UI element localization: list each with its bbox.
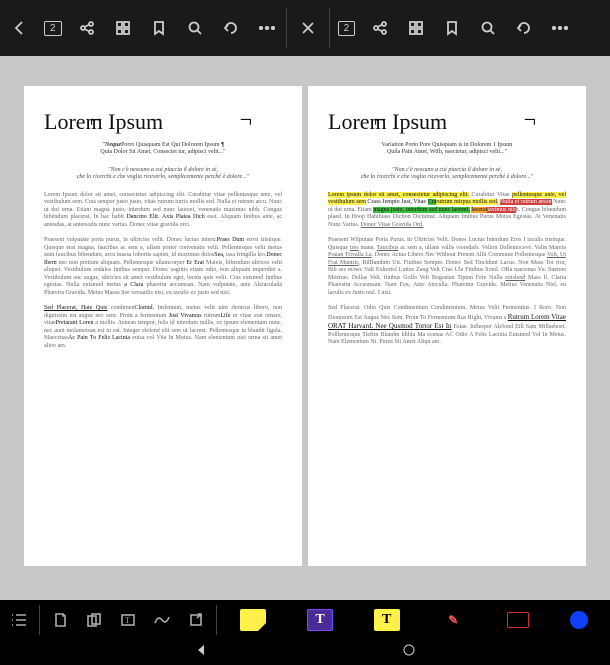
subtitle: Variation Porto Pore Quisquam is in Dolo… [328, 142, 566, 157]
copy-icon[interactable] [83, 609, 105, 631]
system-nav-bar [0, 640, 610, 665]
bookmark-icon-right[interactable] [441, 17, 463, 39]
draw-icon[interactable] [151, 609, 173, 631]
pen-tool[interactable]: ✎ [440, 609, 466, 631]
rect-tool[interactable] [507, 612, 529, 628]
undo-icon-right[interactable] [513, 17, 535, 39]
highlight-yellow: Lorem ipsum dolor sit amet, consectetur … [328, 192, 469, 198]
close-icon[interactable] [297, 17, 319, 39]
back-icon[interactable] [8, 17, 30, 39]
top-toolbar: 2 2 [0, 0, 610, 56]
highlight-tool[interactable]: T [374, 609, 400, 631]
page-counter-left[interactable]: 2 [44, 21, 62, 36]
paragraph-3: Sed Placerat. Odio Quis Condimentum Cond… [328, 305, 566, 347]
more-icon-right[interactable] [549, 17, 571, 39]
more-icon[interactable] [256, 17, 278, 39]
svg-text:T: T [125, 616, 130, 625]
quote: "Non c'è nessuno a cui piaccia il dolore… [328, 167, 566, 182]
sticky-note-tool[interactable] [240, 609, 266, 631]
home-system-icon[interactable] [402, 643, 416, 662]
share-icon-right[interactable] [369, 17, 391, 39]
circle-tool[interactable] [570, 611, 588, 629]
workspace: Lorem Ipsum⌐¬ "NequePorro Quisquam Est Q… [0, 56, 610, 601]
highlight-green: Cra [428, 199, 437, 205]
search-icon-right[interactable] [477, 17, 499, 39]
export-icon[interactable] [185, 609, 207, 631]
paragraph-2: Praesent Wilputate Porta Purus. In Ultri… [328, 237, 566, 297]
highlight-green: magna justo, interdum sed nunc laoreet, [373, 207, 469, 213]
page-counter-right[interactable]: 2 [338, 21, 356, 36]
highlight-red: iaximus nib [487, 207, 515, 213]
textbox-icon[interactable]: T [117, 609, 139, 631]
back-system-icon[interactable] [194, 643, 208, 662]
grid-icon-right[interactable] [405, 17, 427, 39]
grid-icon[interactable] [112, 17, 134, 39]
subtitle: "NequePorro Quisquam Est Qui Dolorem Ips… [44, 142, 282, 157]
page-right[interactable]: Lorem Ipsum⌐¬ Variation Porto Pore Quisq… [308, 86, 586, 566]
paragraph-2: Praesent vulputate porta purus, in ultri… [44, 237, 282, 297]
textbox-tool[interactable]: T [307, 609, 333, 631]
paragraph-1: Lorem ipsum dolor sit amet, consectetur … [328, 192, 566, 230]
quote: "Non c'è nessuno a cui piaccia il dolore… [44, 167, 282, 182]
highlight-red: Nulla et rutrum arson [500, 199, 552, 205]
bookmark-icon[interactable] [148, 17, 170, 39]
highlight-yellow: rutrum mirpus mollis sed. [436, 199, 498, 205]
highlight-orange: lacerat [471, 207, 487, 213]
search-icon[interactable] [184, 17, 206, 39]
note-page-icon[interactable] [49, 609, 71, 631]
undo-icon[interactable] [220, 17, 242, 39]
paragraph-1: Lorem Ipsum dolor sit amet, consectetur … [44, 192, 282, 230]
bottom-toolbar: T T T ✎ [0, 600, 610, 640]
page-title: Lorem Ipsum⌐¬ [44, 108, 282, 136]
paragraph-3: Sed Placerat, Hate Quis condimenClomid. … [44, 305, 282, 350]
page-title: Lorem Ipsum⌐¬ [328, 108, 566, 136]
share-icon[interactable] [76, 17, 98, 39]
page-left[interactable]: Lorem Ipsum⌐¬ "NequePorro Quisquam Est Q… [24, 86, 302, 566]
recent-system-icon[interactable] [404, 645, 414, 655]
list-icon[interactable] [8, 609, 30, 631]
